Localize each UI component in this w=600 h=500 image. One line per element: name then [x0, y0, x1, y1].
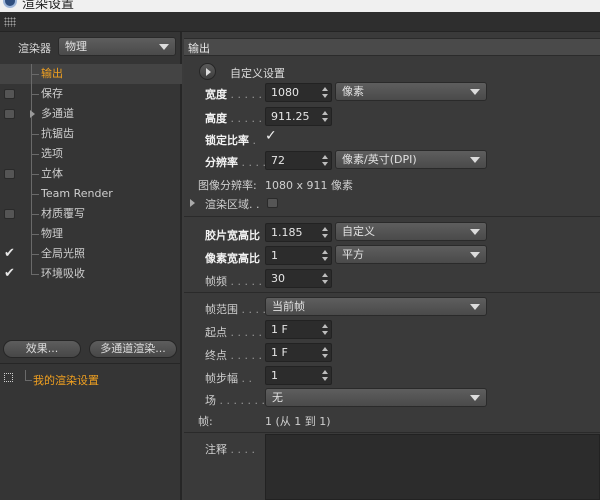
image-resolution-value: 1080 x 911 像素 [265, 179, 353, 192]
checkmark-icon[interactable]: ✔ [4, 244, 15, 264]
notes-textarea[interactable] [265, 434, 600, 500]
pixel-aspect-label: 像素宽高比 [205, 252, 260, 265]
resolution-unit-dropdown[interactable]: 像素/英寸(DPI) [335, 150, 487, 169]
stepper-icon[interactable] [322, 324, 329, 336]
height-input[interactable]: 911.25 [265, 107, 332, 126]
enable-checkbox[interactable] [4, 89, 15, 99]
tree-item-save[interactable]: 保存 [0, 84, 182, 104]
stepper-icon[interactable] [322, 370, 329, 382]
expand-icon[interactable] [30, 110, 35, 118]
stepper-icon[interactable] [322, 87, 329, 99]
frame-step-label: 帧步幅 . . [205, 372, 252, 385]
tree-item-ambient-occlusion[interactable]: ✔ 环境吸收 [0, 264, 182, 284]
tree-item-team-render[interactable]: Team Render [0, 184, 182, 204]
stepper-icon[interactable] [322, 227, 329, 239]
tree-item-global-illumination[interactable]: ✔ 全局光照 [0, 244, 182, 264]
chevron-down-icon [470, 229, 480, 235]
lock-ratio-label: 锁定比率 . [205, 134, 256, 147]
tree-item-output[interactable]: 输出 [0, 64, 182, 84]
chevron-down-icon [470, 304, 480, 310]
chevron-down-icon [470, 395, 480, 401]
start-frame-input[interactable]: 1 F [265, 320, 332, 339]
pixel-aspect-dropdown[interactable]: 平方 [335, 245, 487, 264]
divider [184, 292, 600, 293]
end-frame-input[interactable]: 1 F [265, 343, 332, 362]
end-frame-label: 终点 . . . . . [205, 349, 262, 362]
expand-icon[interactable] [190, 199, 195, 207]
frames-value: 1 (从 1 到 1) [265, 415, 331, 428]
start-frame-label: 起点 . . . . . [205, 326, 262, 339]
tree-item-antialiasing[interactable]: 抗锯齿 [0, 124, 182, 144]
app-icon [3, 0, 17, 8]
renderer-label: 渲染器 [18, 42, 51, 55]
frame-range-dropdown[interactable]: 当前帧 [265, 297, 487, 316]
film-aspect-input[interactable]: 1.185 [265, 223, 332, 242]
chevron-down-icon [159, 44, 169, 50]
window-title: 渲染设置 [22, 0, 75, 12]
enable-checkbox[interactable] [4, 209, 15, 219]
render-region-label: 渲染区域. . [205, 198, 260, 211]
field-dropdown[interactable]: 无 [265, 388, 487, 407]
tree-item-options[interactable]: 选项 [0, 144, 182, 164]
width-label: 宽度 . . . . . [205, 88, 262, 101]
divider [184, 432, 600, 433]
film-aspect-label: 胶片宽高比 [205, 229, 260, 242]
pixel-aspect-input[interactable]: 1 [265, 246, 332, 265]
chevron-down-icon [470, 89, 480, 95]
frame-range-label: 帧范围 . . . . [205, 303, 266, 316]
field-label: 场 . . . . . . . [205, 394, 265, 407]
settings-node-icon [4, 373, 13, 382]
enable-checkbox[interactable] [4, 169, 15, 179]
chevron-down-icon [470, 157, 480, 163]
stepper-icon[interactable] [322, 347, 329, 359]
preset-play-icon[interactable] [199, 63, 216, 80]
stepper-icon[interactable] [322, 250, 329, 262]
settings-tree: 输出 保存 多通道 抗锯齿 选项 立体 Team Render 材质覆写 物理 … [0, 64, 182, 284]
section-header: 输出 [184, 38, 600, 56]
grip-icon[interactable] [4, 17, 16, 27]
checkmark-icon[interactable]: ✔ [4, 264, 15, 284]
output-panel: 输出 自定义设置 宽度 . . . . . 1080 像素 高度 . . . .… [184, 32, 600, 500]
stepper-icon[interactable] [322, 273, 329, 285]
my-render-settings-item[interactable]: 我的渲染设置 [0, 368, 182, 388]
title-bar: 渲染设置 [0, 0, 600, 12]
notes-label: 注释 . . . . [205, 443, 255, 456]
stepper-icon[interactable] [322, 155, 329, 167]
tree-item-material-override[interactable]: 材质覆写 [0, 204, 182, 224]
multipass-render-button[interactable]: 多通道渲染... [89, 340, 177, 358]
left-panel: 渲染器 物理 输出 保存 多通道 抗锯齿 选项 立体 Team Render 材… [0, 32, 182, 500]
preset-label: 自定义设置 [230, 67, 285, 80]
resolution-label: 分辨率 . . . . [205, 156, 266, 169]
lock-ratio-checkbox[interactable]: ✓ [265, 128, 277, 144]
fps-input[interactable]: 30 [265, 269, 332, 288]
frame-step-input[interactable]: 1 [265, 366, 332, 385]
tree-item-multipass[interactable]: 多通道 [0, 104, 182, 124]
resolution-input[interactable]: 72 [265, 151, 332, 170]
stepper-icon[interactable] [322, 111, 329, 123]
enable-checkbox[interactable] [4, 109, 15, 119]
divider [184, 216, 600, 217]
renderer-dropdown[interactable]: 物理 [58, 37, 176, 56]
fps-label: 帧频 . . . . . [205, 275, 262, 288]
film-aspect-dropdown[interactable]: 自定义 [335, 222, 487, 241]
width-unit-dropdown[interactable]: 像素 [335, 82, 487, 101]
image-resolution-label: 图像分辨率: [198, 179, 257, 192]
frames-label: 帧: [198, 415, 213, 428]
height-label: 高度 . . . . . [205, 112, 262, 125]
tree-item-physical[interactable]: 物理 [0, 224, 182, 244]
divider [0, 363, 182, 364]
width-input[interactable]: 1080 [265, 83, 332, 102]
chevron-down-icon [470, 252, 480, 258]
renderer-row: 渲染器 物理 [0, 36, 182, 56]
effects-button[interactable]: 效果... [3, 340, 81, 358]
toolbar [0, 12, 600, 32]
render-region-checkbox[interactable] [267, 198, 278, 208]
tree-item-stereo[interactable]: 立体 [0, 164, 182, 184]
renderer-value: 物理 [65, 40, 87, 53]
